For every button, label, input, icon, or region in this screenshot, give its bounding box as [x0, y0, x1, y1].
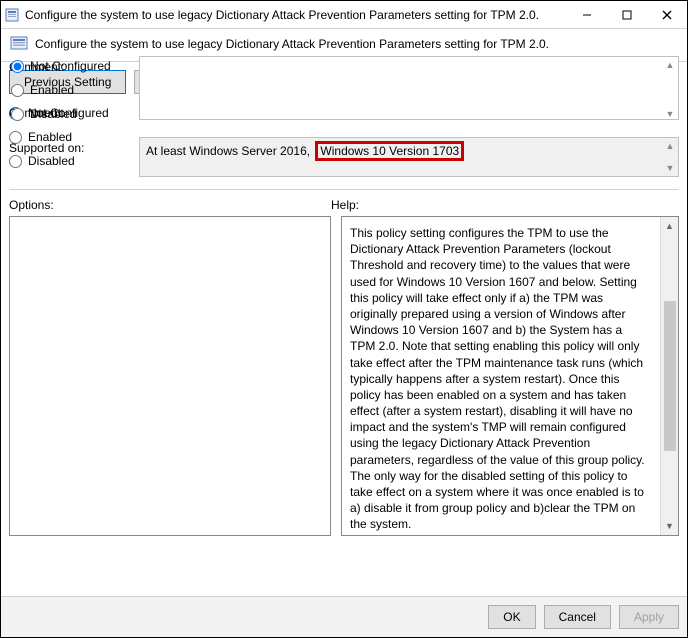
radio-not-configured[interactable]: Not Configured: [11, 59, 121, 73]
supported-highlight: Windows 10 Version 1703: [315, 141, 464, 161]
help-label: Help:: [331, 198, 359, 212]
titlebar: Configure the system to use legacy Dicti…: [1, 1, 687, 29]
scroll-up-icon[interactable]: ▲: [663, 58, 677, 72]
help-scrollbar[interactable]: ▲ ▼: [660, 217, 678, 535]
help-panel: This policy setting configures the TPM t…: [341, 216, 679, 536]
radio-not-configured-input[interactable]: [11, 60, 24, 73]
options-label: Options:: [9, 198, 331, 212]
options-panel: [9, 216, 331, 536]
radio-disabled[interactable]: Disabled: [11, 107, 121, 121]
scroll-up-icon[interactable]: ▲: [661, 217, 679, 235]
scroll-up-icon[interactable]: ▲: [663, 139, 677, 153]
ok-button[interactable]: OK: [488, 605, 535, 629]
scroll-down-icon[interactable]: ▼: [661, 517, 679, 535]
maximize-button[interactable]: [607, 1, 647, 29]
comment-textarea[interactable]: [139, 56, 679, 120]
help-text: This policy setting configures the TPM t…: [350, 225, 650, 533]
supported-on-box: At least Windows Server 2016, Windows 10…: [139, 137, 679, 177]
radio-disabled-input[interactable]: [11, 108, 24, 121]
scrollbar-thumb[interactable]: [664, 301, 676, 451]
panels: This policy setting configures the TPM t…: [1, 216, 687, 596]
cancel-button[interactable]: Cancel: [544, 605, 611, 629]
policy-icon: [9, 35, 29, 53]
window-title: Configure the system to use legacy Dicti…: [23, 8, 567, 22]
supported-label: Supported on:: [9, 137, 127, 155]
scroll-down-icon[interactable]: ▼: [663, 107, 677, 121]
radio-enabled-input[interactable]: [11, 84, 24, 97]
scroll-down-icon[interactable]: ▼: [663, 161, 677, 175]
supported-prefix: At least Windows Server 2016,: [146, 144, 310, 158]
divider: [9, 189, 679, 190]
minimize-button[interactable]: [567, 1, 607, 29]
radio-enabled[interactable]: Enabled: [11, 83, 121, 97]
apply-button[interactable]: Apply: [619, 605, 679, 629]
footer: OK Cancel Apply: [1, 596, 687, 637]
comment-wrap: ▲ ▼: [139, 56, 679, 123]
header-title: Configure the system to use legacy Dicti…: [35, 37, 549, 51]
close-button[interactable]: [647, 1, 687, 29]
app-icon: [1, 8, 23, 22]
state-radio-group-2: Not Configured Enabled Disabled: [11, 55, 121, 131]
supported-wrap: At least Windows Server 2016, Windows 10…: [139, 137, 679, 177]
panel-labels: Options: Help:: [1, 198, 687, 216]
